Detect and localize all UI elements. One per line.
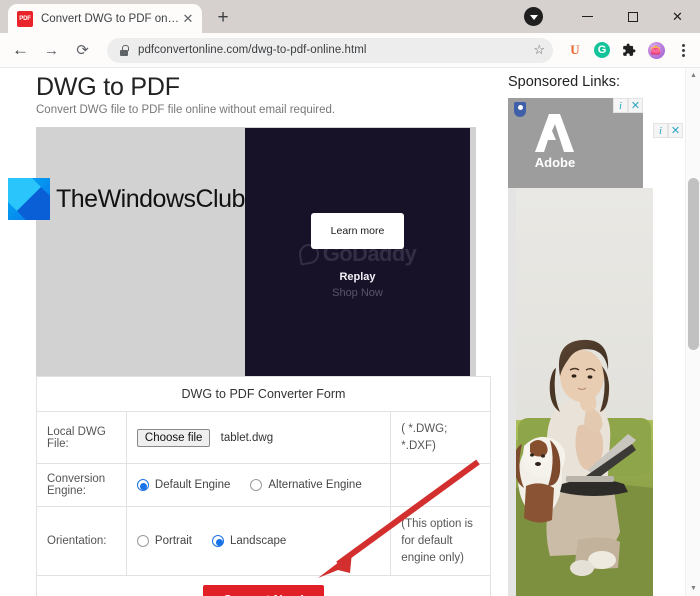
radio-default-engine-label: Default Engine bbox=[154, 479, 231, 492]
new-tab-button[interactable]: + bbox=[212, 7, 234, 29]
form-header-row: DWG to PDF Converter Form bbox=[36, 376, 491, 412]
orientation-label: Orientation: bbox=[36, 506, 127, 577]
woman-with-dog-photo bbox=[516, 188, 653, 596]
lock-icon bbox=[119, 44, 129, 56]
ad-info-icon[interactable]: i bbox=[613, 98, 628, 113]
bookmark-star-icon[interactable]: ☆ bbox=[533, 42, 545, 58]
window-controls: ✕ bbox=[524, 0, 700, 33]
adobe-a-icon bbox=[532, 112, 578, 154]
profile-badge-icon[interactable] bbox=[524, 7, 543, 26]
radio-default-engine[interactable] bbox=[136, 479, 149, 492]
thewindowsclub-logo-icon bbox=[8, 178, 50, 220]
sponsored-links-heading: Sponsored Links: bbox=[508, 74, 621, 90]
adobe-logo: Adobe bbox=[532, 112, 578, 170]
browser-toolbar: ← → ⟳ pdfconvertonline.com/dwg-to-pdf-on… bbox=[0, 33, 700, 68]
radio-landscape[interactable] bbox=[212, 535, 224, 548]
conversion-engine-note bbox=[390, 463, 491, 508]
table-row: Local DWG File: Choose file tablet.dwg (… bbox=[36, 410, 491, 465]
page-scrollbar[interactable]: ▲ ▼ bbox=[685, 68, 700, 596]
choose-file-button[interactable]: Choose file bbox=[136, 428, 211, 447]
watermark: TheWindowsClub bbox=[8, 178, 245, 220]
ad2-controls: i ✕ bbox=[653, 123, 683, 138]
file-input-cell: Choose file tablet.dwg bbox=[125, 410, 392, 465]
ad-close-icon[interactable]: ✕ bbox=[628, 98, 643, 113]
submit-cell: Convert Now! bbox=[36, 575, 491, 596]
converter-form: DWG to PDF Converter Form Local DWG File… bbox=[36, 376, 491, 596]
reload-icon[interactable]: ⟳ bbox=[68, 36, 97, 65]
maximize-button[interactable] bbox=[610, 0, 655, 33]
scroll-down-arrow-icon[interactable]: ▼ bbox=[686, 581, 700, 596]
table-row: Orientation: Portrait Landscape (This op… bbox=[36, 506, 491, 577]
minimize-button[interactable] bbox=[565, 0, 610, 33]
table-row: Conversion Engine: Default Engine Altern… bbox=[36, 463, 491, 508]
profile-avatar[interactable]: 👛 bbox=[645, 39, 667, 61]
radio-portrait[interactable] bbox=[136, 535, 149, 548]
page-viewport: DWG to PDF Convert DWG file to PDF file … bbox=[0, 68, 700, 596]
tab-close-icon[interactable]: ✕ bbox=[180, 11, 196, 27]
watermark-label: TheWindowsClub bbox=[56, 184, 245, 213]
ublock-extension-icon[interactable]: U bbox=[564, 39, 586, 61]
orientation-note: (This option is for default engine only) bbox=[390, 506, 491, 577]
address-bar[interactable]: pdfconvertonline.com/dwg-to-pdf-online.h… bbox=[107, 37, 553, 63]
browser-tab[interactable]: PDF Convert DWG to PDF online ✕ bbox=[8, 4, 202, 33]
pdf-favicon-icon: PDF bbox=[17, 10, 33, 27]
conversion-engine-options: Default Engine Alternative Engine bbox=[125, 463, 392, 508]
ad-info-icon[interactable]: i bbox=[653, 123, 668, 138]
tab-title: Convert DWG to PDF online bbox=[41, 12, 180, 25]
orientation-options: Portrait Landscape bbox=[125, 506, 392, 577]
conversion-engine-label: Conversion Engine: bbox=[36, 463, 127, 508]
radio-portrait-label: Portrait bbox=[154, 535, 192, 548]
browser-title-bar: PDF Convert DWG to PDF online ✕ + ✕ bbox=[0, 0, 700, 33]
grammarly-extension-icon[interactable]: G bbox=[591, 39, 613, 61]
page-title: DWG to PDF bbox=[36, 73, 180, 101]
selected-file-name: tablet.dwg bbox=[220, 431, 274, 444]
page-subtitle: Convert DWG file to PDF file online with… bbox=[36, 104, 336, 116]
shop-now-button[interactable]: Shop Now bbox=[285, 287, 430, 299]
url-text: pdfconvertonline.com/dwg-to-pdf-online.h… bbox=[138, 44, 367, 56]
close-window-button[interactable]: ✕ bbox=[655, 0, 700, 33]
ad-close-icon[interactable]: ✕ bbox=[668, 123, 683, 138]
radio-alternative-engine[interactable] bbox=[250, 479, 263, 492]
extensions-puzzle-icon[interactable] bbox=[618, 39, 640, 61]
orientation-note-line3: engine only) bbox=[401, 551, 464, 564]
chrome-menu-icon[interactable] bbox=[672, 39, 694, 61]
radio-landscape-label: Landscape bbox=[230, 535, 287, 548]
ad1-controls: i ✕ bbox=[613, 98, 643, 113]
adobe-brand-label: Adobe bbox=[534, 155, 576, 170]
shield-icon bbox=[514, 102, 526, 117]
form-submit-row: Convert Now! bbox=[36, 575, 491, 596]
photo-sidebar-ad[interactable] bbox=[508, 188, 653, 596]
back-icon[interactable]: ← bbox=[6, 36, 35, 65]
local-dwg-file-label: Local DWG File: bbox=[36, 410, 127, 465]
orientation-note-line1: (This option is bbox=[401, 518, 473, 531]
file-types-note: ( *.DWG; *.DXF) bbox=[390, 410, 491, 465]
forward-icon[interactable]: → bbox=[37, 36, 66, 65]
orientation-note-line2: for default bbox=[401, 535, 453, 548]
radio-alternative-engine-label: Alternative Engine bbox=[268, 479, 362, 492]
form-header: DWG to PDF Converter Form bbox=[36, 376, 491, 412]
scrollbar-thumb[interactable] bbox=[688, 178, 699, 350]
browser-window: PDF Convert DWG to PDF online ✕ + ✕ ← → … bbox=[0, 0, 700, 596]
learn-more-button[interactable]: Learn more bbox=[311, 213, 404, 249]
file-types-line1: ( *.DWG; bbox=[401, 423, 448, 435]
replay-button[interactable]: Replay bbox=[285, 271, 430, 283]
page-content: DWG to PDF Convert DWG file to PDF file … bbox=[0, 68, 685, 596]
file-types-line2: *.DXF) bbox=[401, 439, 436, 452]
scroll-up-arrow-icon[interactable]: ▲ bbox=[686, 68, 700, 83]
convert-now-button[interactable]: Convert Now! bbox=[202, 585, 325, 596]
